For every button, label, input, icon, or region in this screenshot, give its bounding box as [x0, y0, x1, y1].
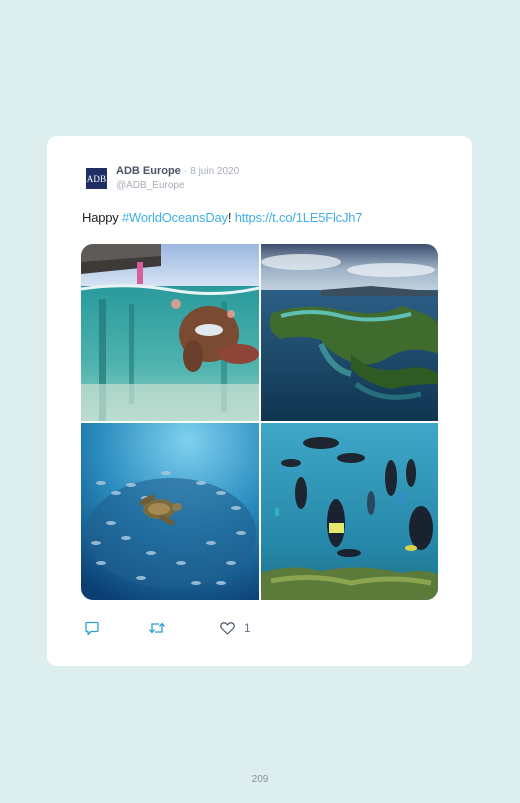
retweet-icon — [148, 621, 166, 635]
url-link[interactable]: https://t.co/1LE5FlcJh7 — [235, 210, 363, 225]
separator: · — [183, 166, 188, 177]
avatar-logo-text: ADB — [86, 173, 107, 184]
photo-grid — [81, 244, 438, 600]
tweet-text-prefix: Happy — [82, 210, 122, 225]
hashtag-link[interactable]: #WorldOceansDay — [122, 210, 228, 225]
tweet-text: Happy #WorldOceansDay! https://t.co/1LE5… — [82, 210, 363, 225]
aerial-islands-image — [261, 244, 438, 421]
photo-snorkeling-boy[interactable] — [81, 244, 259, 421]
photo-divers-reef[interactable] — [261, 423, 438, 600]
photo-sea-turtle[interactable] — [81, 423, 259, 600]
tweet-actions: 1 — [84, 621, 384, 639]
avatar[interactable]: ADB — [86, 168, 107, 189]
heart-icon — [220, 621, 235, 635]
snorkeling-boy-image — [81, 244, 259, 421]
tweet-card: ADB ADB Europe · 8 juin 2020 @ADB_Europe… — [47, 136, 472, 666]
like-button[interactable]: 1 — [220, 621, 251, 635]
reply-icon — [84, 621, 100, 636]
retweet-button[interactable] — [148, 621, 166, 635]
author-handle[interactable]: @ADB_Europe — [116, 180, 185, 191]
author-name[interactable]: ADB Europe — [116, 165, 181, 177]
sea-turtle-image — [81, 423, 259, 600]
page-number: 209 — [251, 774, 269, 785]
author-line: ADB Europe · 8 juin 2020 — [116, 165, 239, 177]
like-count: 1 — [244, 621, 251, 635]
photo-aerial-islands[interactable] — [261, 244, 438, 421]
divers-reef-image — [261, 423, 438, 600]
tweet-text-middle: ! — [227, 210, 235, 225]
tweet-date[interactable]: 8 juin 2020 — [190, 166, 239, 177]
reply-button[interactable] — [84, 621, 100, 636]
